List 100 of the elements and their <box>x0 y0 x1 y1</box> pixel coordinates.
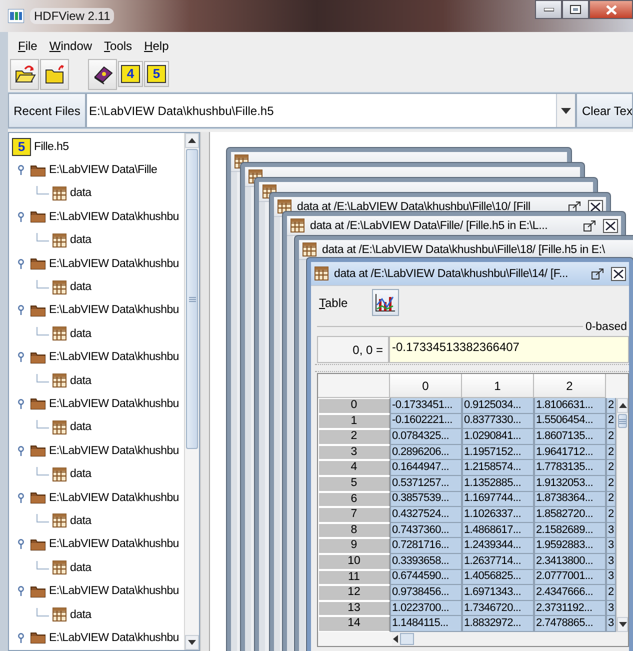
open-file-button[interactable] <box>10 58 39 90</box>
table-cell[interactable]: 2 <box>606 460 616 476</box>
tree-item[interactable]: data <box>36 556 184 580</box>
table-cell[interactable]: 1.9592883... <box>534 538 606 554</box>
table-cell[interactable]: 2 <box>606 398 616 414</box>
row-header[interactable]: 4 <box>318 460 390 476</box>
table-cell[interactable]: 1.9132053... <box>534 476 606 492</box>
help-button[interactable] <box>88 58 117 90</box>
maximize-button[interactable] <box>567 200 582 214</box>
tree-item[interactable]: E:\LabVIEW Data\khushbu <box>12 579 184 603</box>
table-cell[interactable]: 1.7346720... <box>462 600 534 616</box>
table-cell[interactable]: 0.3857539... <box>390 492 462 508</box>
table-cell[interactable]: -0.1602221... <box>390 414 462 430</box>
close-button[interactable] <box>603 218 618 232</box>
table-cell[interactable]: 1.8106631... <box>534 398 606 414</box>
table-cell[interactable]: 2 <box>606 444 616 460</box>
table-cell[interactable]: 2 <box>606 492 616 508</box>
table-cell[interactable]: 1.1352885... <box>462 476 534 492</box>
table-cell[interactable]: 1.5506454... <box>534 414 606 430</box>
table-cell[interactable]: 2 <box>606 507 616 523</box>
column-header[interactable]: 2 <box>534 374 606 398</box>
table-cell[interactable]: 1.0223700... <box>390 600 462 616</box>
table-cell[interactable]: 2 <box>606 476 616 492</box>
tree-item[interactable]: E:\LabVIEW Data\khushbu <box>12 392 184 416</box>
table-cell[interactable]: 2.7478865... <box>534 616 606 632</box>
table-cell[interactable]: 1.2158574... <box>462 460 534 476</box>
tree-item[interactable]: data <box>36 602 184 626</box>
table-cell[interactable]: 3 <box>606 538 616 554</box>
tree-item[interactable]: E:\LabVIEW Data\khushbu <box>12 298 184 322</box>
tree-item[interactable]: data <box>36 228 184 252</box>
table-cell[interactable]: 1.1484115... <box>390 616 462 632</box>
row-header[interactable]: 9 <box>318 538 390 554</box>
table-cell[interactable]: 0.5371257... <box>390 476 462 492</box>
table-cell[interactable]: 0.8377330... <box>462 414 534 430</box>
table-cell[interactable]: 1.8607135... <box>534 429 606 445</box>
table-cell[interactable]: 2.0777001... <box>534 570 606 586</box>
row-header[interactable]: 0 <box>318 398 390 414</box>
row-header[interactable]: 10 <box>318 554 390 570</box>
scrollbar[interactable] <box>616 398 628 632</box>
table-cell[interactable]: 0.7281716... <box>390 538 462 554</box>
tree-item[interactable]: E:\LabVIEW Data\khushbu <box>12 252 184 276</box>
menu-item[interactable]: Tools <box>98 37 138 55</box>
scroll-thumb[interactable] <box>400 632 414 645</box>
table-cell[interactable]: 2 <box>606 429 616 445</box>
row-header[interactable]: 1 <box>318 414 390 430</box>
table-cell[interactable]: 0.9125034... <box>462 398 534 414</box>
table-cell[interactable]: 3 <box>606 522 616 538</box>
menu-item[interactable]: File <box>12 37 44 55</box>
tree-item[interactable]: E:\LabVIEW Data\khushbu <box>12 205 184 229</box>
column-header[interactable]: 0 <box>390 374 462 398</box>
table-cell[interactable]: 3 <box>606 570 616 586</box>
table-cell[interactable]: 0.2896206... <box>390 444 462 460</box>
scrollbar[interactable] <box>184 133 199 650</box>
cell-value-field[interactable]: -0.17334513382366407 <box>389 336 629 363</box>
table-cell[interactable]: 0.7437360... <box>390 522 462 538</box>
row-header[interactable]: 2 <box>318 429 390 445</box>
table-cell[interactable]: 1.0290841... <box>462 429 534 445</box>
table-cell[interactable]: 1.8832972... <box>462 616 534 632</box>
hdf5-button[interactable]: 5 <box>144 61 169 87</box>
table-cell[interactable]: -0.1733451... <box>390 398 462 414</box>
table-cell[interactable]: 0.1644947... <box>390 460 462 476</box>
table-cell[interactable]: 2.3731192... <box>534 600 606 616</box>
row-header[interactable]: 14 <box>318 616 390 632</box>
hdf4-button[interactable]: 4 <box>118 61 143 87</box>
tree-item[interactable]: E:\LabVIEW Data\khushbu <box>12 532 184 556</box>
close-button[interactable] <box>589 0 633 19</box>
table-cell[interactable]: 2.4347666... <box>534 585 606 601</box>
table-cell[interactable]: 0.0784325... <box>390 429 462 445</box>
table-cell[interactable]: 2.3413800... <box>534 554 606 570</box>
table-cell[interactable]: 2 <box>606 585 616 601</box>
table-cell[interactable]: 3 <box>606 600 616 616</box>
chart-button[interactable] <box>372 289 399 316</box>
tree-item[interactable]: data <box>36 416 184 440</box>
tree-item[interactable]: data <box>36 275 184 299</box>
tree-item[interactable]: data <box>36 462 184 486</box>
tree-item[interactable]: E:\LabVIEW Data\khushbu <box>12 626 184 650</box>
row-header[interactable]: 13 <box>318 600 390 616</box>
tree-item[interactable]: E:\LabVIEW Data\khushbu <box>12 439 184 462</box>
table-cell[interactable]: 3 <box>606 554 616 570</box>
table-cell[interactable]: 3 <box>606 616 616 632</box>
row-header[interactable]: 8 <box>318 522 390 538</box>
table-cell[interactable]: 1.8738364... <box>534 492 606 508</box>
row-header[interactable]: 6 <box>318 492 390 508</box>
close-file-button[interactable] <box>40 58 69 90</box>
table-cell[interactable]: 1.6971343... <box>462 585 534 601</box>
horizontal-scrollbar[interactable] <box>392 632 628 646</box>
menu-item[interactable]: Table <box>319 296 348 310</box>
minimize-button[interactable] <box>535 0 562 19</box>
table-cell[interactable]: 1.1957152... <box>462 444 534 460</box>
row-header[interactable]: 12 <box>318 585 390 601</box>
table-cell[interactable]: 2 <box>606 414 616 430</box>
table-cell[interactable]: 1.4056825... <box>462 570 534 586</box>
table-cell[interactable]: 0.9738456... <box>390 585 462 601</box>
table-cell[interactable]: 1.8582720... <box>534 507 606 523</box>
clear-text-button[interactable]: Clear Tex <box>576 93 633 128</box>
close-button[interactable] <box>611 266 626 280</box>
tree-item[interactable]: E:\LabVIEW Data\khushbu <box>12 346 184 369</box>
table-cell[interactable]: 0.6744590... <box>390 570 462 586</box>
maximize-button[interactable] <box>562 0 589 19</box>
tree-item[interactable]: data <box>36 368 184 392</box>
